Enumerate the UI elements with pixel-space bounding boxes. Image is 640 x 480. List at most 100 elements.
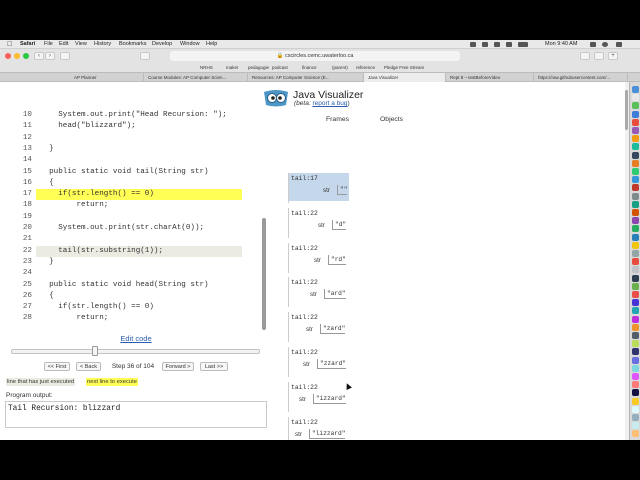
- dock-app-icon[interactable]: [632, 159, 639, 167]
- dock-app-icon[interactable]: [632, 217, 639, 225]
- dock-app-icon[interactable]: [632, 299, 639, 307]
- edit-code-link[interactable]: Edit code: [106, 334, 166, 343]
- dock-app-icon[interactable]: [632, 323, 639, 331]
- menu-develop[interactable]: Develop: [152, 40, 172, 49]
- dock-app-icon[interactable]: [632, 315, 639, 323]
- dock-app-icon[interactable]: [632, 118, 639, 126]
- dock-app-icon[interactable]: [632, 241, 639, 249]
- dock-app-icon[interactable]: [632, 233, 639, 241]
- siri-icon[interactable]: [602, 42, 608, 47]
- dock-app-icon[interactable]: [632, 291, 639, 298]
- dock-app-icon[interactable]: [632, 397, 639, 405]
- step-slider[interactable]: [11, 349, 260, 354]
- dock-app-icon[interactable]: [632, 200, 639, 208]
- tabs-overview-icon[interactable]: [594, 52, 604, 60]
- dock-app-icon[interactable]: [632, 209, 639, 216]
- dock-app-icon[interactable]: [632, 274, 639, 282]
- code-scrollbar[interactable]: [262, 218, 266, 330]
- battery-icon[interactable]: [518, 42, 528, 47]
- dock-app-icon[interactable]: [632, 94, 639, 102]
- forward-nav-icon[interactable]: ›: [45, 52, 55, 60]
- dock-app-icon[interactable]: [632, 127, 639, 134]
- dock-app-icon[interactable]: [632, 168, 639, 175]
- status-icon[interactable]: [470, 42, 476, 47]
- dock-app-icon[interactable]: [632, 356, 639, 364]
- dock-app-icon[interactable]: [632, 86, 639, 93]
- forward-button[interactable]: Forward >: [162, 362, 194, 371]
- dock-app-icon[interactable]: [632, 405, 639, 413]
- back-nav-icon[interactable]: ‹: [34, 52, 44, 60]
- page-scroll-thumb[interactable]: [625, 90, 628, 130]
- dock-app-icon[interactable]: [632, 348, 639, 356]
- dock-app-icon[interactable]: [632, 422, 639, 430]
- menu-history[interactable]: History: [94, 40, 111, 49]
- tab[interactable]: Course Modules: AP Computer Scien...: [144, 73, 248, 82]
- bookmark-item[interactable]: (parent): [332, 63, 348, 72]
- apple-icon[interactable]: : [7, 40, 12, 49]
- dock: [629, 82, 640, 440]
- frame-title: tail:22: [291, 244, 318, 252]
- volume-icon[interactable]: [494, 42, 500, 47]
- menu-help[interactable]: Help: [206, 40, 217, 49]
- bluetooth-icon[interactable]: [506, 42, 512, 47]
- dock-app-icon[interactable]: [632, 414, 639, 421]
- bookmark-item[interactable]: podcast: [272, 63, 288, 72]
- dock-app-icon[interactable]: [632, 184, 639, 192]
- dock-app-icon[interactable]: [632, 282, 639, 290]
- tab[interactable]: Rept 8 – testBeforeVideo: [446, 73, 534, 82]
- bookmark-item[interactable]: reference: [356, 63, 375, 72]
- tab[interactable]: AP Planner: [70, 73, 144, 82]
- dock-app-icon[interactable]: [632, 102, 639, 110]
- share-icon[interactable]: [580, 52, 590, 60]
- dock-app-icon[interactable]: [632, 151, 639, 159]
- dock-app-icon[interactable]: [632, 110, 639, 118]
- dock-app-icon[interactable]: [632, 143, 639, 151]
- search-icon[interactable]: [590, 42, 596, 47]
- dock-app-icon[interactable]: [632, 389, 639, 397]
- tab[interactable]: Resources: AP Computer Science (E...: [248, 73, 364, 82]
- address-bar[interactable]: 🔒 cscircles.cemc.uwaterloo.ca: [170, 51, 460, 61]
- bookmark-item[interactable]: NRHS: [200, 63, 213, 72]
- bookmark-item[interactable]: finance: [302, 63, 317, 72]
- dock-app-icon[interactable]: [632, 373, 639, 380]
- menu-file[interactable]: File: [44, 40, 53, 49]
- notification-icon[interactable]: [616, 42, 622, 47]
- dock-app-icon[interactable]: [632, 266, 639, 274]
- close-window-icon[interactable]: [5, 53, 11, 59]
- clock[interactable]: Mon 9:40 AM: [545, 40, 577, 49]
- dock-app-icon[interactable]: [632, 192, 639, 200]
- tab[interactable]: https://raw.githubusercontent.com/...: [534, 73, 628, 82]
- sidebar-icon[interactable]: [60, 52, 70, 60]
- bookmark-item[interactable]: pedagogie: [248, 63, 269, 72]
- tab-active[interactable]: Java Visualizer: [364, 73, 446, 82]
- home-icon[interactable]: [140, 52, 150, 60]
- back-button[interactable]: < Back: [76, 362, 101, 371]
- bookmark-item[interactable]: Pledge Free Stream: [384, 63, 424, 72]
- menu-window[interactable]: Window: [180, 40, 200, 49]
- menu-app[interactable]: Safari: [20, 40, 35, 49]
- program-output[interactable]: Tail Recursion: blizzard: [5, 401, 267, 428]
- dock-app-icon[interactable]: [632, 332, 639, 339]
- menu-edit[interactable]: Edit: [59, 40, 68, 49]
- dock-app-icon[interactable]: [632, 340, 639, 348]
- dock-app-icon[interactable]: [632, 364, 639, 372]
- dock-app-icon[interactable]: [632, 258, 639, 266]
- step-slider-handle[interactable]: [91, 346, 98, 356]
- dock-app-icon[interactable]: [632, 307, 639, 315]
- first-button[interactable]: << First: [44, 362, 70, 371]
- dock-app-icon[interactable]: [632, 176, 639, 184]
- minimize-window-icon[interactable]: [14, 53, 20, 59]
- wifi-icon[interactable]: [482, 42, 488, 47]
- new-tab-icon[interactable]: +: [608, 52, 618, 60]
- dock-app-icon[interactable]: [632, 430, 639, 438]
- menu-view[interactable]: View: [75, 40, 87, 49]
- zoom-window-icon[interactable]: [23, 53, 29, 59]
- last-button[interactable]: Last >>: [200, 362, 228, 371]
- bookmark-item[interactable]: maker: [226, 63, 239, 72]
- dock-app-icon[interactable]: [632, 225, 639, 233]
- dock-app-icon[interactable]: [632, 135, 639, 143]
- menu-bookmarks[interactable]: Bookmarks: [119, 40, 147, 49]
- dock-app-icon[interactable]: [632, 250, 639, 257]
- dock-app-icon[interactable]: [632, 381, 639, 389]
- report-bug-link[interactable]: report a bug: [312, 100, 347, 107]
